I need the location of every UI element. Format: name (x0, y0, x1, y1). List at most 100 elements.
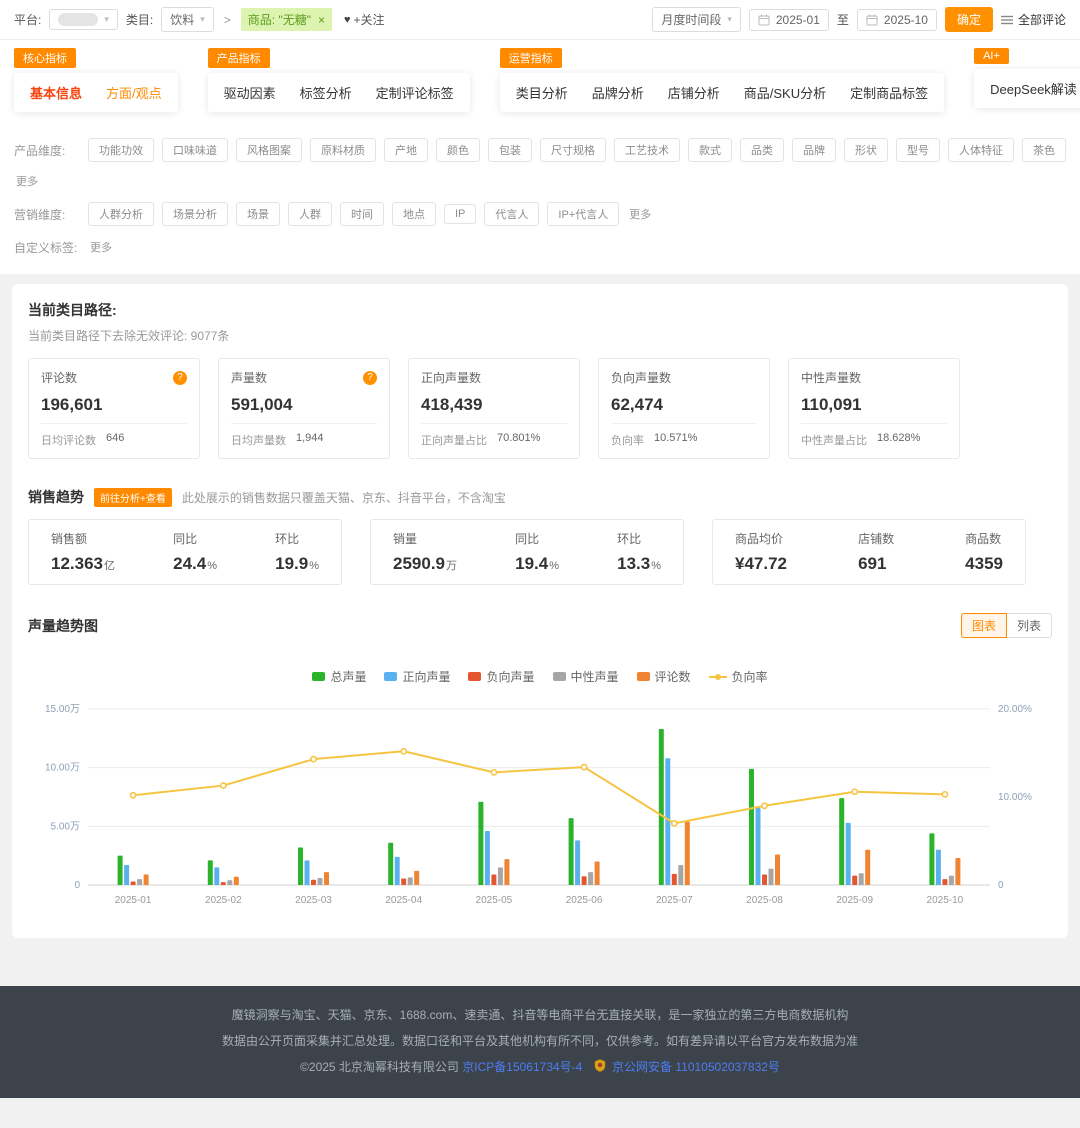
sales-metric-value: 19.4% (515, 554, 559, 574)
list-view-button[interactable]: 列表 (1007, 613, 1052, 638)
svg-text:2025-01: 2025-01 (115, 895, 152, 906)
nav-tab[interactable]: 标签分析 (300, 83, 352, 102)
nav-tab[interactable]: 商品/SKU分析 (744, 83, 826, 102)
time-granularity-select[interactable]: 月度时间段 ▾ (652, 7, 741, 32)
nav-tab[interactable]: 方面/观点 (106, 83, 162, 102)
sales-metric-label: 环比 (275, 530, 319, 547)
sales-metric-label: 商品数 (965, 530, 1003, 547)
nav-group: 产品指标驱动因素标签分析定制评论标签 (208, 48, 470, 112)
filter-tag[interactable]: 型号 (896, 138, 940, 162)
nav-tab[interactable]: 品牌分析 (592, 83, 644, 102)
filter-tag[interactable]: IP (444, 204, 476, 224)
svg-text:10.00%: 10.00% (998, 792, 1032, 803)
filter-tag[interactable]: 场景 (236, 202, 280, 226)
help-icon[interactable]: ? (173, 371, 187, 385)
sales-metric-value: 2590.9万 (393, 554, 457, 574)
metric-sub-value: 18.628% (877, 432, 920, 448)
end-date-input[interactable]: 2025-10 (857, 9, 937, 31)
metric-card: 中性声量数110,091中性声量占比18.628% (788, 358, 960, 459)
chart-view-button[interactable]: 图表 (961, 613, 1007, 638)
legend-line-dot (715, 674, 721, 680)
filter-tag[interactable]: IP+代言人 (547, 202, 619, 226)
go-to-analysis-button[interactable]: 前往分析+查看 (94, 488, 172, 507)
filter-tag[interactable]: 时间 (340, 202, 384, 226)
sales-metric-unit: 亿 (104, 560, 115, 572)
category-value: 饮料 (170, 11, 194, 28)
filter-tag[interactable]: 工艺技术 (614, 138, 680, 162)
confirm-button[interactable]: 确定 (945, 7, 993, 32)
sales-metric-label: 同比 (173, 530, 217, 547)
sales-metric-label: 同比 (515, 530, 559, 547)
product-filter-tag[interactable]: 商品: "无糖" × (241, 8, 332, 31)
follow-button[interactable]: ♥ +关注 (344, 11, 385, 28)
close-icon[interactable]: × (318, 13, 325, 27)
legend-item[interactable]: 总声量 (312, 668, 366, 685)
police-link[interactable]: 京公网安备 11010502037832号 (612, 1060, 780, 1074)
nav-group-badge: AI+ (974, 48, 1009, 64)
sales-metric: 同比24.4% (173, 530, 217, 574)
metric-label: 负向声量数 (611, 369, 671, 386)
nav-tab[interactable]: 类目分析 (516, 83, 568, 102)
filter-tag[interactable]: 款式 (688, 138, 732, 162)
nav-tab[interactable]: 驱动因素 (224, 83, 276, 102)
svg-text:2025-07: 2025-07 (656, 895, 693, 906)
filter-tag[interactable]: 品牌 (792, 138, 836, 162)
filter-tag[interactable]: 场景分析 (162, 202, 228, 226)
filter-tag[interactable]: 包装 (488, 138, 532, 162)
sales-metric-label: 环比 (617, 530, 661, 547)
time-granularity-value: 月度时间段 (661, 11, 721, 28)
legend-item[interactable]: 评论数 (637, 668, 691, 685)
legend-swatch (384, 672, 397, 681)
more-button[interactable]: 更多 (14, 170, 40, 192)
nav-tab[interactable]: 店铺分析 (668, 83, 720, 102)
legend-item[interactable]: 负向声量 (468, 668, 534, 685)
filter-tag[interactable]: 风格图案 (236, 138, 302, 162)
legend-item[interactable]: 负向率 (709, 668, 768, 685)
sales-trend-section: 销售趋势 前往分析+查看 此处展示的销售数据只覆盖天猫、京东、抖音平台，不含淘宝… (28, 487, 1052, 585)
filter-tag[interactable]: 地点 (392, 202, 436, 226)
help-icon[interactable]: ? (363, 371, 377, 385)
sales-box: 销量2590.9万同比19.4%环比13.3% (370, 519, 684, 585)
sales-trend-title: 销售趋势 (28, 487, 84, 507)
filter-tag[interactable]: 人体特征 (948, 138, 1014, 162)
nav-tab[interactable]: DeepSeek解读 (990, 79, 1077, 98)
filter-tag[interactable]: 代言人 (484, 202, 539, 226)
metric-sub-row: 日均声量数1,944 (231, 432, 377, 448)
platform-select[interactable]: ▾ (49, 9, 118, 30)
sales-box: 商品均价¥47.72店铺数691商品数4359 (712, 519, 1026, 585)
legend-label: 负向率 (732, 668, 768, 685)
filter-tag[interactable]: 品类 (740, 138, 784, 162)
category-select[interactable]: 饮料 ▾ (161, 7, 214, 32)
legend-item[interactable]: 正向声量 (384, 668, 450, 685)
filter-tag[interactable]: 口味味道 (162, 138, 228, 162)
nav-tab[interactable]: 基本信息 (30, 83, 82, 102)
svg-text:15.00万: 15.00万 (45, 704, 80, 715)
platform-value-redacted (58, 13, 98, 26)
footer: 魔镜洞察与淘宝、天猫、京东、1688.com、速卖通、抖音等电商平台无直接关联，… (0, 986, 1080, 1098)
filter-tag[interactable]: 颜色 (436, 138, 480, 162)
filter-tag[interactable]: 功能功效 (88, 138, 154, 162)
sales-metric-value: ¥47.72 (735, 554, 787, 574)
filter-tag[interactable]: 茶色 (1022, 138, 1066, 162)
all-comments-button[interactable]: 全部评论 (1001, 11, 1066, 28)
metric-sub-label: 中性声量占比 (801, 432, 867, 448)
legend-swatch (637, 672, 650, 681)
filter-tag[interactable]: 尺寸规格 (540, 138, 606, 162)
icp-link[interactable]: 京ICP备15061734号-4 (462, 1060, 582, 1074)
filter-tag[interactable]: 人群分析 (88, 202, 154, 226)
more-button[interactable]: 更多 (88, 236, 114, 258)
nav-tab[interactable]: 定制评论标签 (376, 83, 454, 102)
start-date-input[interactable]: 2025-01 (749, 9, 829, 31)
divider (421, 423, 567, 424)
filter-tag[interactable]: 人群 (288, 202, 332, 226)
legend-item[interactable]: 中性声量 (553, 668, 619, 685)
nav-tab[interactable]: 定制商品标签 (850, 83, 928, 102)
metric-card-header: 中性声量数 (801, 369, 947, 386)
metric-card: 负向声量数62,474负向率10.571% (598, 358, 770, 459)
more-button[interactable]: 更多 (627, 203, 653, 225)
filter-tag[interactable]: 形状 (844, 138, 888, 162)
filter-tag[interactable]: 产地 (384, 138, 428, 162)
metric-sub-value: 70.801% (497, 432, 540, 448)
filter-tag[interactable]: 原料材质 (310, 138, 376, 162)
sales-metric-unit: % (207, 560, 217, 572)
